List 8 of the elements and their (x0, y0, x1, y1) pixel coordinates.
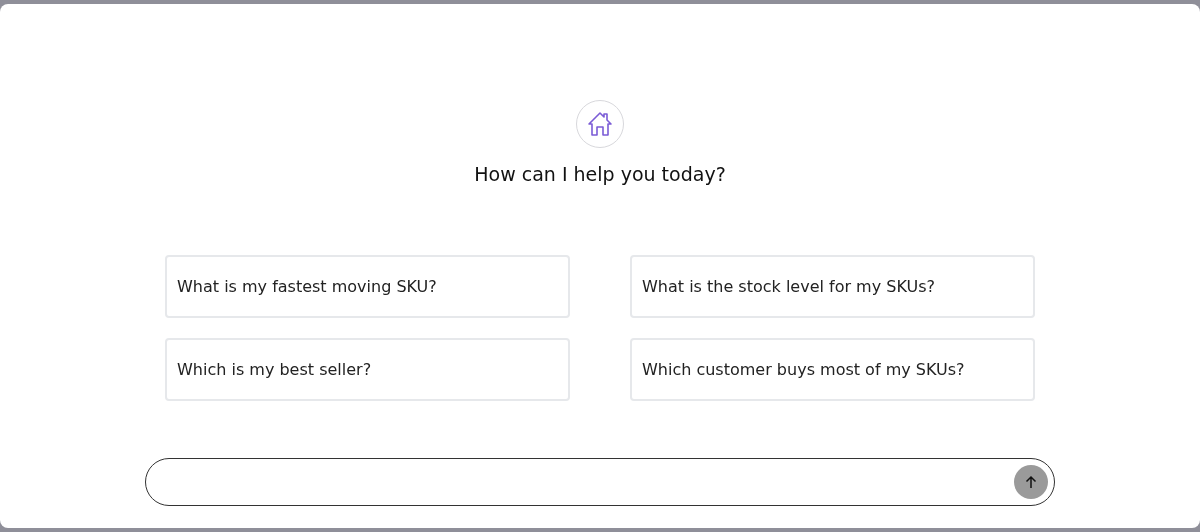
suggestion-button[interactable]: Which is my best seller? (165, 338, 570, 401)
suggestion-button[interactable]: What is the stock level for my SKUs? (630, 255, 1035, 318)
arrow-up-icon (1025, 475, 1037, 489)
suggestion-button[interactable]: Which customer buys most of my SKUs? (630, 338, 1035, 401)
suggestion-button[interactable]: What is my fastest moving SKU? (165, 255, 570, 318)
greeting-heading: How can I help you today? (474, 162, 726, 186)
house-icon (585, 109, 615, 139)
send-button[interactable] (1014, 465, 1048, 499)
